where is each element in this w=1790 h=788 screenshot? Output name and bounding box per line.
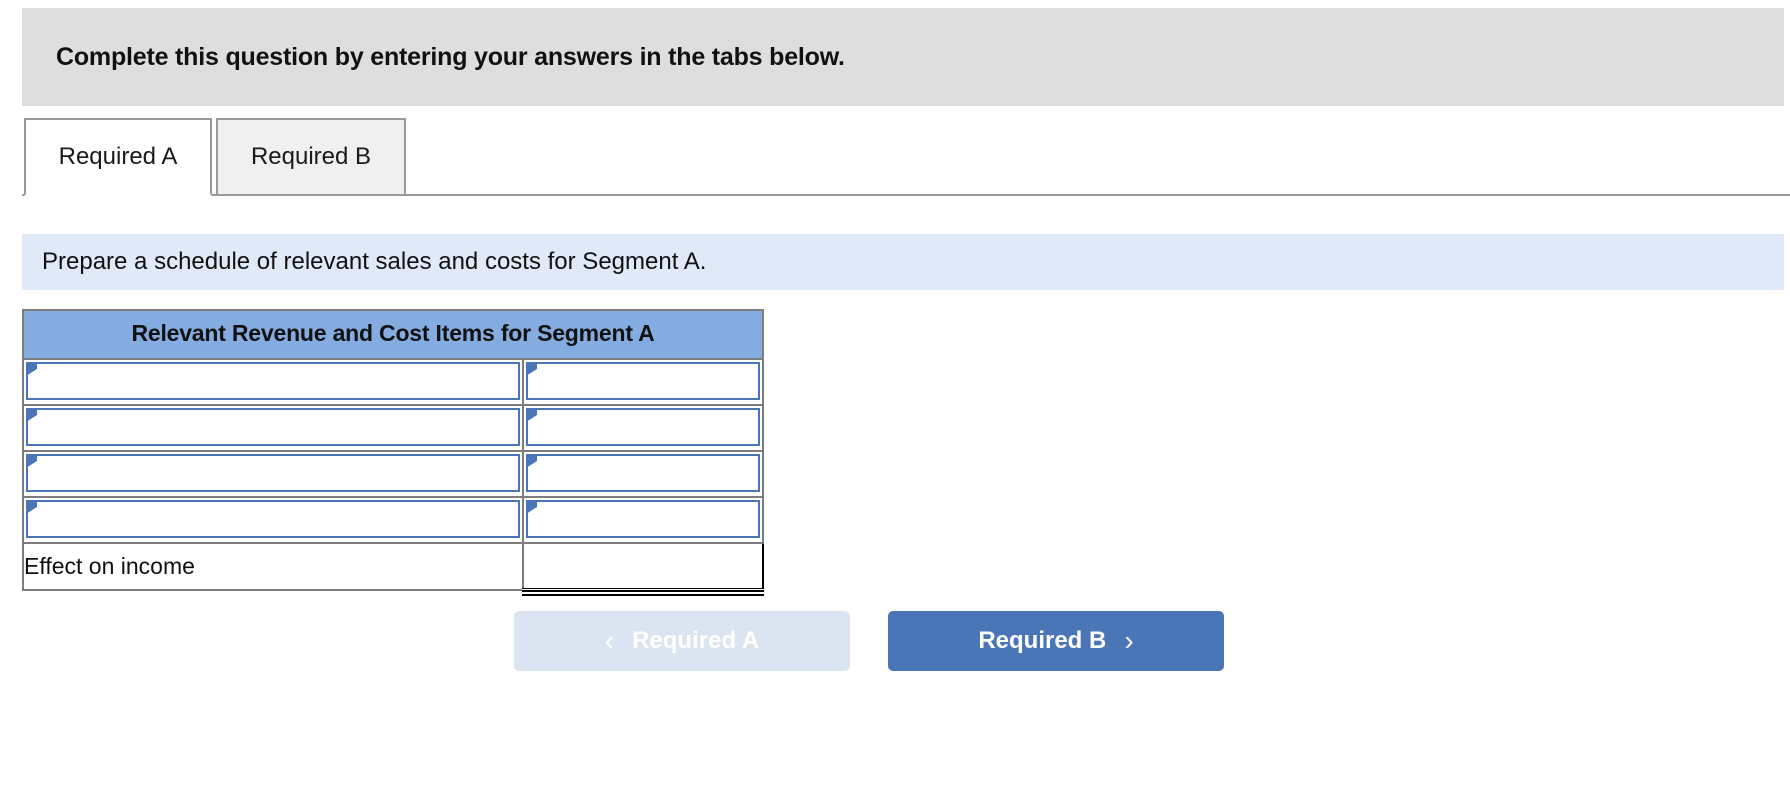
row-3-amount-dropdown[interactable] (526, 454, 760, 492)
dropdown-arrow-icon (526, 408, 537, 422)
row-2-item-cell[interactable] (22, 404, 524, 452)
row-2-item-input[interactable] (38, 410, 514, 446)
effect-on-income-amount-cell[interactable] (522, 542, 764, 596)
row-4-amount-dropdown[interactable] (526, 500, 760, 538)
table-title: Relevant Revenue and Cost Items for Segm… (22, 309, 764, 360)
row-4-item-dropdown[interactable] (26, 500, 520, 538)
dropdown-arrow-icon (26, 362, 37, 376)
dropdown-arrow-icon (26, 454, 37, 468)
row-1-item-cell[interactable] (22, 358, 524, 406)
row-1-amount-input[interactable] (538, 364, 754, 400)
question-banner-text: Complete this question by entering your … (56, 42, 845, 71)
next-required-b-label: Required B (978, 627, 1107, 654)
row-2-amount-cell[interactable] (522, 404, 764, 452)
table-row (22, 358, 764, 406)
tab-required-a[interactable]: Required A (24, 118, 212, 196)
relevant-schedule-table: Relevant Revenue and Cost Items for Segm… (22, 309, 764, 596)
double-rule-underline (522, 590, 764, 596)
dropdown-arrow-icon (526, 362, 537, 376)
chevron-left-icon: ‹ (604, 625, 615, 656)
prev-required-a-button[interactable]: ‹ Required A (514, 611, 850, 671)
effect-on-income-label: Effect on income (22, 542, 524, 591)
dropdown-arrow-icon (526, 500, 537, 514)
row-1-amount-dropdown[interactable] (526, 362, 760, 400)
row-3-amount-input[interactable] (538, 456, 754, 492)
row-1-amount-cell[interactable] (522, 358, 764, 406)
table-row (22, 404, 764, 452)
row-2-amount-dropdown[interactable] (526, 408, 760, 446)
row-3-amount-cell[interactable] (522, 450, 764, 498)
dropdown-arrow-icon (26, 500, 37, 514)
chevron-right-icon: › (1124, 625, 1134, 656)
row-3-item-cell[interactable] (22, 450, 524, 498)
table-row (22, 496, 764, 544)
tab-required-a-label: Required A (58, 143, 178, 170)
table-header-row: Relevant Revenue and Cost Items for Segm… (22, 309, 764, 360)
question-banner: Complete this question by entering your … (22, 8, 1784, 106)
prev-required-a-label: Required A (632, 627, 760, 654)
row-3-item-input[interactable] (38, 456, 514, 492)
row-1-item-dropdown[interactable] (26, 362, 520, 400)
dropdown-arrow-icon (26, 408, 37, 422)
row-2-item-dropdown[interactable] (26, 408, 520, 446)
next-required-b-button[interactable]: Required B › (888, 611, 1224, 671)
row-4-item-input[interactable] (38, 502, 514, 538)
table-row (22, 450, 764, 498)
tab-navigation: ‹ Required A Required B › (0, 611, 1790, 675)
row-4-amount-cell[interactable] (522, 496, 764, 544)
table-total-row: Effect on income (22, 542, 764, 596)
dropdown-arrow-icon (526, 454, 537, 468)
instruction-bar: Prepare a schedule of relevant sales and… (22, 234, 1784, 290)
relevant-schedule: Relevant Revenue and Cost Items for Segm… (22, 309, 764, 596)
row-4-amount-input[interactable] (538, 502, 754, 538)
instruction-text: Prepare a schedule of relevant sales and… (42, 248, 707, 275)
row-2-amount-input[interactable] (538, 410, 754, 446)
row-3-item-dropdown[interactable] (26, 454, 520, 492)
tab-required-b[interactable]: Required B (216, 118, 406, 196)
row-4-item-cell[interactable] (22, 496, 524, 544)
effect-on-income-input[interactable] (524, 546, 762, 586)
row-1-item-input[interactable] (38, 364, 514, 400)
tab-strip: Required A Required B (0, 118, 1790, 196)
tab-required-b-label: Required B (250, 143, 372, 170)
